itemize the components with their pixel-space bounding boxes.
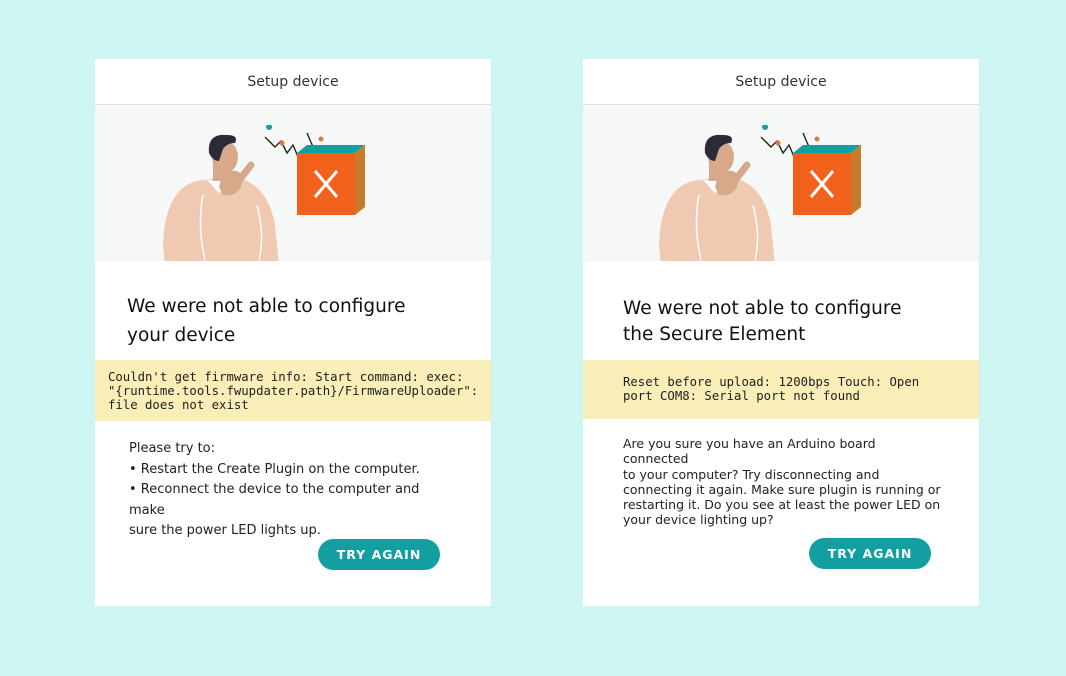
- error-heading: We were not able to configure your devic…: [127, 296, 406, 346]
- help-line: Are you sure you have an Arduino board c…: [623, 436, 876, 467]
- troubleshooting-text: Are you sure you have an Arduino board c…: [623, 436, 943, 528]
- try-again-button[interactable]: TRY AGAIN: [809, 538, 931, 569]
- confused-person-illustration: [163, 125, 365, 261]
- heading-line: the Secure Element: [623, 324, 806, 345]
- setup-device-dialog-right: Setup device We were not able to configu…: [583, 59, 979, 606]
- error-illustration: [95, 105, 491, 261]
- help-line: • Restart the Create Plugin on the compu…: [129, 461, 420, 477]
- error-line: "{runtime.tools.fwupdater.path}/Firmware…: [108, 384, 479, 398]
- help-line: • Reconnect the device to the computer a…: [129, 482, 420, 518]
- help-line: connecting it again. Make sure plugin is…: [623, 481, 941, 497]
- help-line: your device lighting up?: [623, 512, 774, 528]
- try-again-button[interactable]: TRY AGAIN: [318, 539, 440, 570]
- help-line: restarting it. Do you see at least the p…: [623, 497, 941, 513]
- error-line: Couldn't get firmware info: Start comman…: [108, 370, 464, 384]
- dialog-title: Setup device: [95, 59, 491, 105]
- error-message-box: Couldn't get firmware info: Start comman…: [95, 360, 491, 421]
- error-message-box: Reset before upload: 1200bps Touch: Open…: [583, 360, 979, 419]
- confused-person-illustration: [659, 125, 861, 261]
- error-illustration: [583, 105, 979, 261]
- help-line: Please try to:: [129, 441, 216, 456]
- error-heading: We were not able to configure the Secure…: [623, 296, 943, 348]
- error-line: Reset before upload: 1200bps Touch: Open: [623, 375, 920, 389]
- help-line: to your computer? Try disconnecting and: [623, 466, 880, 482]
- troubleshooting-text: Please try to: • Restart the Create Plug…: [129, 439, 439, 542]
- heading-line: We were not able to configure: [623, 298, 902, 319]
- error-line: file does not exist: [108, 398, 249, 412]
- error-line: port COM8: Serial port not found: [623, 389, 860, 403]
- dialog-title: Setup device: [583, 59, 979, 105]
- setup-device-dialog-left: Setup device We were not able to configu…: [95, 59, 491, 606]
